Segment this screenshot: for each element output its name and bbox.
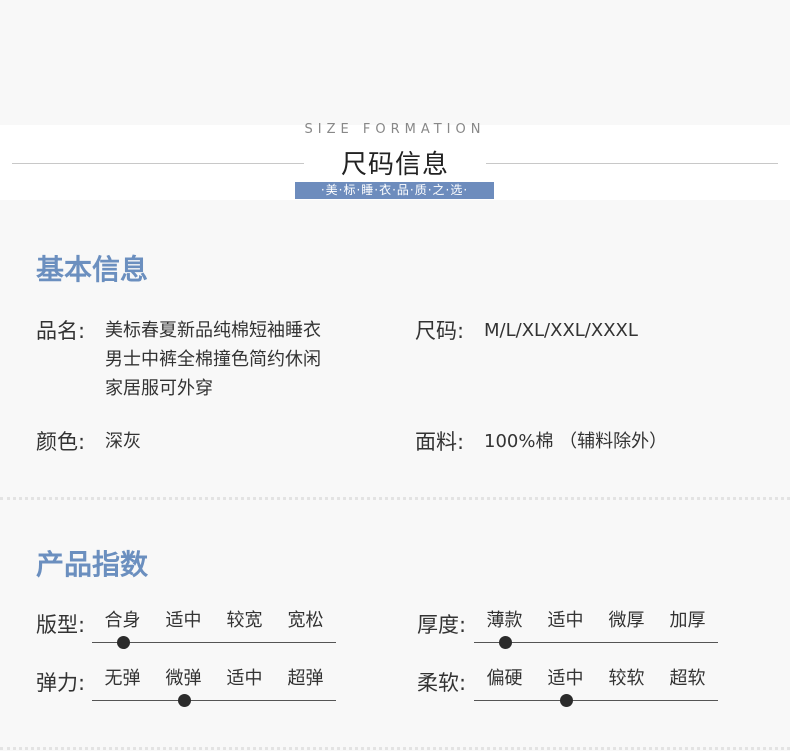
softness-scale: 偏硬 适中 较软 超软	[474, 667, 718, 707]
scale-axis	[474, 700, 718, 701]
section-divider	[0, 497, 790, 500]
product-name-value: 美标春夏新品纯棉短袖睡衣 男士中裤全棉撞色简约休闲 家居服可外穿	[105, 316, 321, 403]
thickness-scale: 薄款 适中 微厚 加厚	[474, 609, 718, 649]
fabric-label: 面料:	[415, 430, 465, 454]
product-name-line: 男士中裤全棉撞色简约休闲	[105, 349, 321, 370]
scale-marker	[559, 694, 573, 707]
size-label: 尺码:	[415, 319, 465, 343]
color-label: 颜色:	[36, 430, 86, 454]
scale-options: 无弹 微弹 适中 超弹	[92, 667, 336, 691]
scale-option: 薄款	[486, 610, 523, 631]
basic-info-title: 基本信息	[36, 253, 149, 286]
header-english-title: SIZE FORMATION	[304, 122, 486, 137]
scale-option: 适中	[547, 610, 584, 631]
fabric-value: 100%棉 （辅料除外）	[484, 431, 668, 452]
thickness-label: 厚度:	[417, 613, 467, 637]
scale-option: 合身	[104, 610, 141, 631]
scale-option: 超软	[669, 668, 706, 689]
product-name-label: 品名:	[36, 319, 86, 343]
scale-option: 较宽	[226, 610, 263, 631]
header-tagline: ·美·标·睡·衣·品·质·之·选·	[295, 182, 494, 199]
scale-options: 合身 适中 较宽 宽松	[92, 609, 336, 633]
elasticity-label: 弹力:	[36, 671, 86, 695]
scale-option: 宽松	[287, 610, 324, 631]
scale-axis	[92, 700, 336, 701]
bottom-divider	[0, 747, 790, 750]
color-value: 深灰	[105, 431, 141, 452]
scale-option: 加厚	[669, 610, 706, 631]
fit-scale: 合身 适中 较宽 宽松	[92, 609, 336, 649]
scale-marker	[498, 636, 512, 649]
fit-label: 版型:	[36, 613, 86, 637]
product-name-line: 家居服可外穿	[105, 378, 213, 399]
scale-option: 偏硬	[486, 668, 523, 689]
scale-option: 微弹	[165, 668, 202, 689]
softness-label: 柔软:	[417, 671, 467, 695]
header-chinese-title: 尺码信息	[340, 150, 449, 180]
scale-option: 适中	[226, 668, 263, 689]
scale-option: 微厚	[608, 610, 645, 631]
scale-option: 较软	[608, 668, 645, 689]
product-name-line: 美标春夏新品纯棉短袖睡衣	[105, 320, 321, 341]
scale-options: 薄款 适中 微厚 加厚	[474, 609, 718, 633]
scale-option: 超弹	[287, 668, 324, 689]
scale-option: 适中	[547, 668, 584, 689]
scale-options: 偏硬 适中 较软 超软	[474, 667, 718, 691]
scale-marker	[177, 694, 191, 707]
scale-option: 无弹	[104, 668, 141, 689]
elasticity-scale: 无弹 微弹 适中 超弹	[92, 667, 336, 707]
product-index-title: 产品指数	[36, 548, 149, 581]
scale-option: 适中	[165, 610, 202, 631]
size-value: M/L/XL/XXL/XXXL	[484, 320, 638, 341]
scale-marker	[116, 636, 130, 649]
